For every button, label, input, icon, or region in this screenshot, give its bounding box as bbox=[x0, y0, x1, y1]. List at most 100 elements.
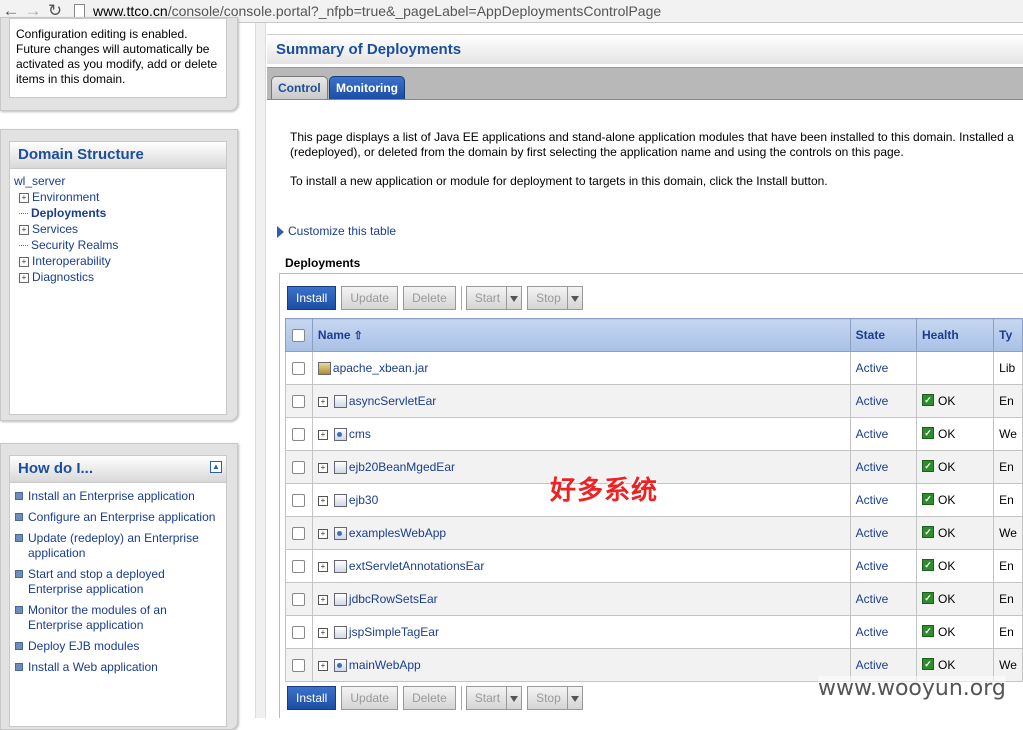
tree-item-diagnostics[interactable]: + Diagnostics bbox=[14, 269, 226, 285]
deployment-name-link[interactable]: ejb20BeanMgedEar bbox=[349, 460, 455, 474]
deployment-name-link[interactable]: asyncServletEar bbox=[349, 394, 436, 408]
start-button[interactable]: Start bbox=[465, 686, 507, 710]
row-checkbox[interactable] bbox=[292, 560, 306, 574]
tree-item-label[interactable]: Diagnostics bbox=[32, 270, 94, 284]
column-header-health[interactable]: Health bbox=[916, 318, 995, 352]
row-checkbox[interactable] bbox=[292, 494, 306, 508]
tree-item-label[interactable]: Deployments bbox=[31, 206, 106, 220]
expand-plus-icon[interactable]: + bbox=[317, 594, 328, 605]
collapse-icon[interactable]: ▲ bbox=[210, 461, 222, 473]
deployment-name-link[interactable]: examplesWebApp bbox=[349, 526, 446, 540]
deployment-name-link[interactable]: jdbcRowSetsEar bbox=[349, 592, 438, 606]
howdo-link[interactable]: Install an Enterprise application bbox=[28, 489, 195, 503]
table-row[interactable]: + cms Active ✓ OK We bbox=[285, 417, 1023, 451]
expand-plus-icon[interactable]: + bbox=[317, 396, 328, 407]
deployment-name-link[interactable]: jspSimpleTagEar bbox=[349, 625, 439, 639]
howdo-link[interactable]: Configure an Enterprise application bbox=[28, 510, 215, 524]
howdo-link[interactable]: Update (redeploy) an Enterprise applicat… bbox=[28, 531, 199, 560]
customize-table-link[interactable]: Customize this table bbox=[277, 224, 396, 238]
chevron-down-icon[interactable] bbox=[506, 286, 523, 310]
howdo-link[interactable]: Start and stop a deployed Enterprise app… bbox=[28, 567, 165, 596]
expand-plus-icon[interactable]: + bbox=[317, 429, 328, 440]
tab-monitoring[interactable]: Monitoring bbox=[329, 76, 405, 99]
tree-root-link[interactable]: wl_server bbox=[14, 174, 65, 188]
column-header-state[interactable]: State bbox=[849, 318, 918, 352]
tab-control[interactable]: Control bbox=[271, 76, 328, 99]
expand-plus-icon[interactable]: + bbox=[317, 462, 328, 473]
howdo-item[interactable]: Configure an Enterprise application bbox=[14, 510, 222, 525]
deployment-name-link[interactable]: mainWebApp bbox=[349, 658, 421, 672]
row-checkbox[interactable] bbox=[292, 461, 306, 475]
expand-plus-icon[interactable]: + bbox=[317, 561, 328, 572]
row-checkbox[interactable] bbox=[292, 362, 306, 376]
row-checkbox[interactable] bbox=[292, 659, 306, 673]
howdo-item[interactable]: Install a Web application bbox=[14, 660, 222, 675]
table-row[interactable]: + jdbcRowSetsEar Active ✓ OK En bbox=[285, 582, 1023, 616]
start-button[interactable]: Start bbox=[465, 286, 507, 310]
howdo-item[interactable]: Deploy EJB modules bbox=[14, 639, 222, 654]
howdo-item[interactable]: Monitor the modules of an Enterprise app… bbox=[14, 603, 222, 633]
table-row[interactable]: + extServletAnnotationsEar Active ✓ OK En bbox=[285, 549, 1023, 583]
expand-plus-icon[interactable]: + bbox=[19, 224, 29, 235]
chevron-down-icon[interactable] bbox=[566, 686, 583, 710]
row-checkbox[interactable] bbox=[292, 527, 306, 541]
tree-item-environment[interactable]: + Environment bbox=[14, 189, 226, 205]
expand-plus-icon[interactable]: + bbox=[317, 495, 328, 506]
deployment-name-link[interactable]: apache_xbean.jar bbox=[333, 361, 428, 375]
tree-item-interoperability[interactable]: + Interoperability bbox=[14, 253, 226, 269]
expand-plus-icon[interactable]: + bbox=[19, 272, 29, 283]
tree-root[interactable]: wl_server bbox=[14, 173, 226, 189]
deployment-name-link[interactable]: ejb30 bbox=[349, 493, 378, 507]
row-checkbox[interactable] bbox=[292, 593, 306, 607]
tree-item-security-realms[interactable]: Security Realms bbox=[14, 237, 226, 253]
tree-item-deployments[interactable]: Deployments bbox=[14, 205, 226, 221]
expand-plus-icon[interactable]: + bbox=[317, 528, 328, 539]
table-row[interactable]: + examplesWebApp Active ✓ OK We bbox=[285, 516, 1023, 550]
tree-item-label[interactable]: Services bbox=[32, 222, 78, 236]
row-select-cell bbox=[285, 549, 313, 583]
expand-plus-icon[interactable]: + bbox=[19, 192, 29, 203]
howdo-link[interactable]: Install a Web application bbox=[28, 660, 158, 674]
delete-button[interactable]: Delete bbox=[403, 686, 456, 710]
column-divider[interactable] bbox=[255, 23, 266, 718]
tree-item-label[interactable]: Environment bbox=[32, 190, 99, 204]
chevron-down-icon[interactable] bbox=[566, 286, 583, 310]
health-ok-icon: ✓ bbox=[922, 427, 935, 439]
table-row[interactable]: + asyncServletEar Active ✓ OK En bbox=[285, 384, 1023, 418]
expand-plus-icon[interactable]: + bbox=[317, 627, 328, 638]
name-cell: + examplesWebApp bbox=[311, 516, 851, 550]
customize-link-text[interactable]: Customize this table bbox=[288, 224, 396, 238]
update-button[interactable]: Update bbox=[341, 686, 399, 710]
select-all-checkbox[interactable] bbox=[292, 329, 306, 343]
row-checkbox[interactable] bbox=[292, 428, 306, 442]
column-header-name[interactable]: Name ⇧ bbox=[311, 318, 851, 352]
column-header-type[interactable]: Ty bbox=[993, 318, 1023, 352]
expand-plus-icon[interactable]: + bbox=[19, 256, 29, 267]
health-text: OK bbox=[938, 394, 956, 408]
stop-button[interactable]: Stop bbox=[527, 286, 567, 310]
howdo-item[interactable]: Update (redeploy) an Enterprise applicat… bbox=[14, 531, 222, 561]
howdo-item[interactable]: Start and stop a deployed Enterprise app… bbox=[14, 567, 222, 597]
row-select-cell bbox=[285, 516, 313, 550]
howdo-link[interactable]: Deploy EJB modules bbox=[28, 639, 139, 653]
state-cell: Active bbox=[849, 582, 918, 616]
expand-plus-icon[interactable]: + bbox=[317, 660, 328, 671]
tree-item-label[interactable]: Security Realms bbox=[31, 238, 118, 252]
stop-button[interactable]: Stop bbox=[527, 686, 567, 710]
update-button[interactable]: Update bbox=[341, 286, 399, 310]
deployment-name-link[interactable]: cms bbox=[349, 427, 371, 441]
howdo-item[interactable]: Install an Enterprise application bbox=[14, 489, 222, 504]
table-row[interactable]: + jspSimpleTagEar Active ✓ OK En bbox=[285, 615, 1023, 649]
row-checkbox[interactable] bbox=[292, 626, 306, 640]
tree-item-services[interactable]: + Services bbox=[14, 221, 226, 237]
chevron-down-icon[interactable] bbox=[506, 686, 523, 710]
delete-button[interactable]: Delete bbox=[403, 286, 456, 310]
tree-item-label[interactable]: Interoperability bbox=[32, 254, 111, 268]
sort-ascending-icon[interactable]: ⇧ bbox=[354, 330, 363, 342]
install-button[interactable]: Install bbox=[287, 286, 337, 310]
row-checkbox[interactable] bbox=[292, 395, 306, 409]
howdo-link[interactable]: Monitor the modules of an Enterprise app… bbox=[28, 603, 167, 632]
deployment-name-link[interactable]: extServletAnnotationsEar bbox=[349, 559, 484, 573]
table-row[interactable]: apache_xbean.jar Active Lib bbox=[285, 351, 1023, 385]
install-button[interactable]: Install bbox=[287, 686, 337, 710]
